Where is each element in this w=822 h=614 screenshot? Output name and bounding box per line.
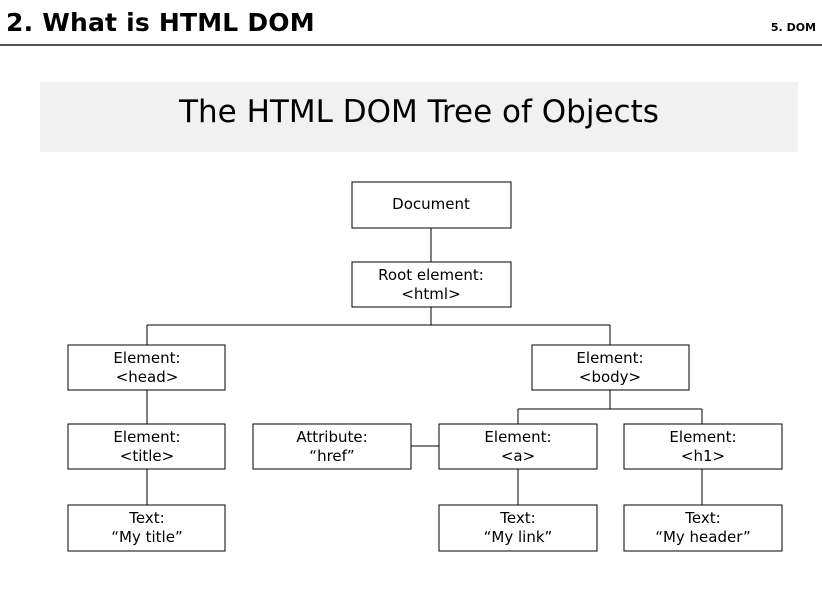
node-root-element: Root element: <html> <box>351 261 512 308</box>
node-h1-line1: Element: <box>669 428 736 446</box>
node-title-line2: <title> <box>120 447 174 465</box>
node-head: Element: <head> <box>67 344 226 391</box>
node-a: Element: <a> <box>438 423 598 470</box>
node-root-line1: Root element: <box>378 266 484 284</box>
node-text-header-line2: “My header” <box>655 528 751 546</box>
node-text-title: Text: “My title” <box>67 504 226 552</box>
node-title: Element: <title> <box>67 423 226 470</box>
node-text-link: Text: “My link” <box>438 504 598 552</box>
node-body-line2: <body> <box>579 368 641 386</box>
node-a-line1: Element: <box>484 428 551 446</box>
node-document: Document <box>351 181 512 229</box>
node-attribute-line2: “href” <box>309 447 354 465</box>
node-head-line1: Element: <box>113 349 180 367</box>
node-h1: Element: <h1> <box>623 423 783 470</box>
node-a-line2: <a> <box>501 447 535 465</box>
node-document-line1: Document <box>392 195 470 213</box>
node-text-header: Text: “My header” <box>623 504 783 552</box>
node-h1-line2: <h1> <box>681 447 725 465</box>
node-title-line1: Element: <box>113 428 180 446</box>
node-text-title-line2: “My title” <box>111 528 182 546</box>
node-text-header-line1: Text: <box>684 509 720 527</box>
node-text-title-line1: Text: <box>128 509 164 527</box>
node-root-line2: <html> <box>401 285 460 303</box>
dom-tree-diagram: Document Root element: <html> Element: <… <box>67 181 783 552</box>
node-text-link-line1: Text: <box>499 509 535 527</box>
node-attribute-line1: Attribute: <box>296 428 367 446</box>
node-body-line1: Element: <box>576 349 643 367</box>
node-text-link-line2: “My link” <box>484 528 553 546</box>
node-attribute: Attribute: “href” <box>252 423 412 470</box>
node-body: Element: <body> <box>531 344 690 391</box>
node-head-line2: <head> <box>116 368 179 386</box>
